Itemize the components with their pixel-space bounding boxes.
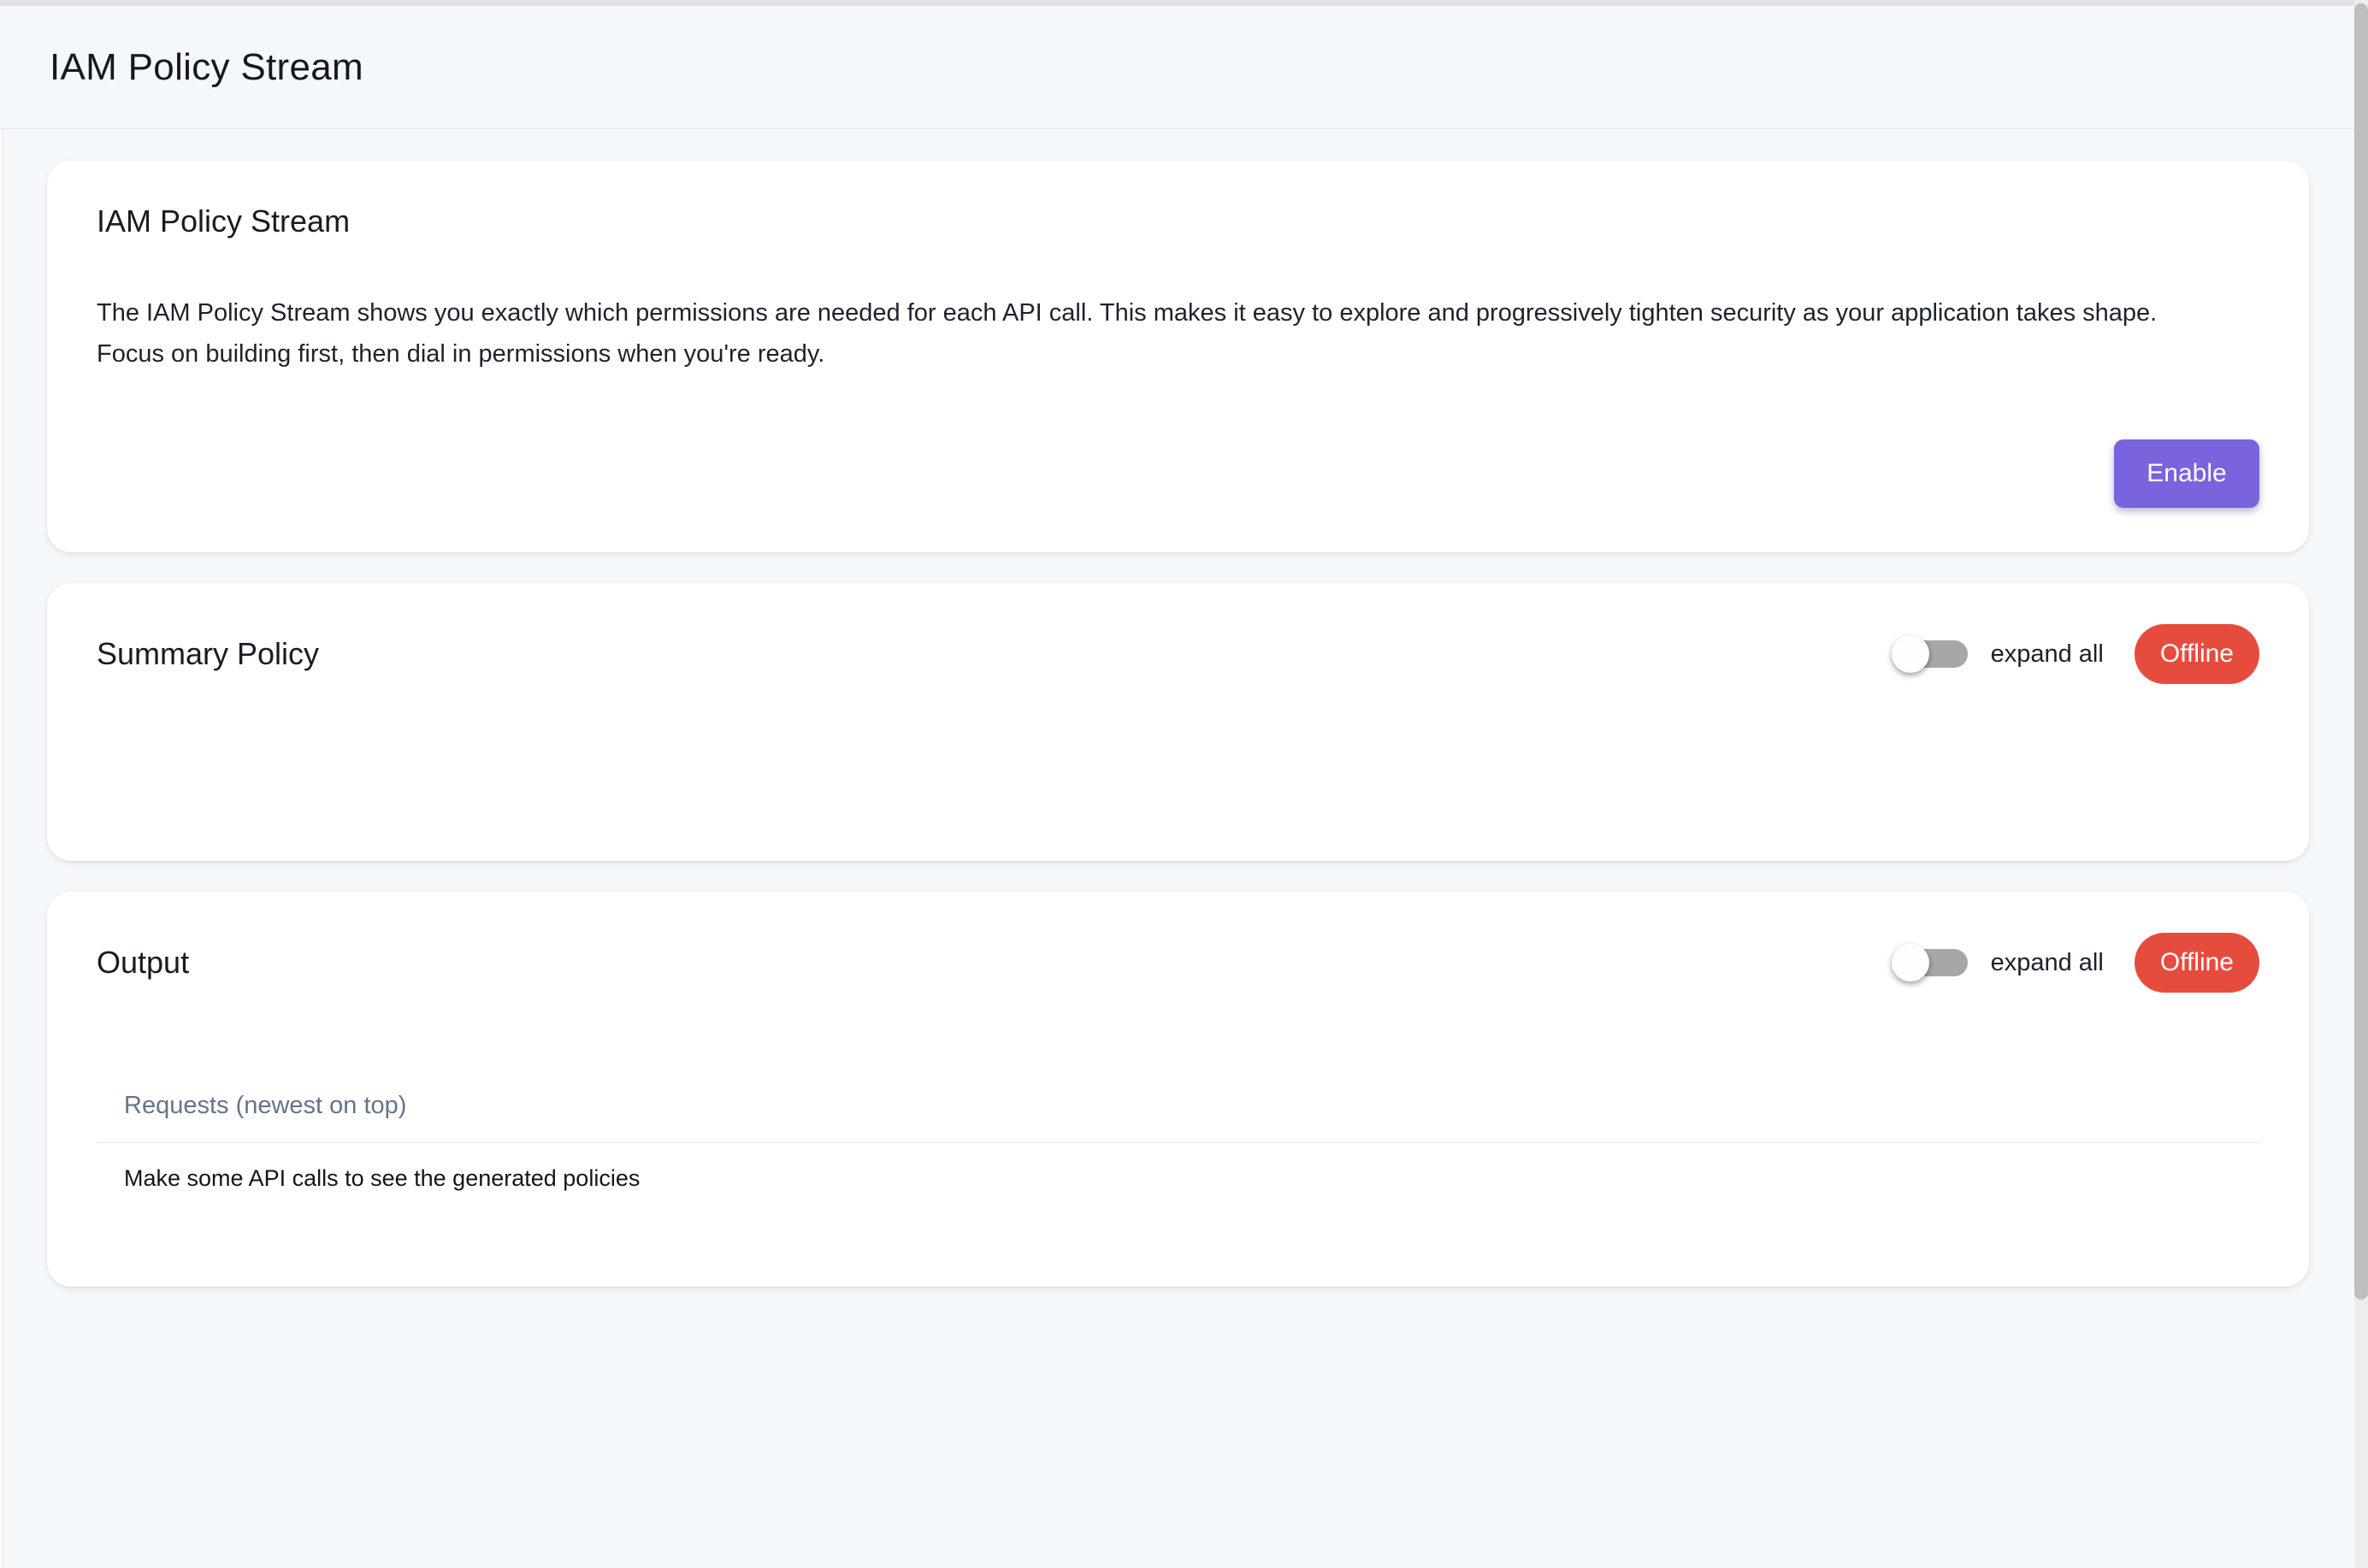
summary-expand-all-toggle[interactable]	[1895, 640, 1968, 668]
summary-policy-title: Summary Policy	[97, 636, 319, 672]
toggle-knob	[1892, 944, 1929, 981]
summary-policy-card: Summary Policy expand all Offline	[47, 583, 2309, 861]
intro-card: IAM Policy Stream The IAM Policy Stream …	[47, 161, 2309, 552]
page-header: IAM Policy Stream	[0, 6, 2354, 129]
summary-policy-controls: expand all Offline	[1895, 624, 2259, 684]
intro-card-title: IAM Policy Stream	[97, 203, 2259, 239]
output-title: Output	[97, 945, 189, 981]
toggle-knob	[1892, 635, 1929, 673]
output-expand-all-toggle[interactable]	[1895, 949, 1968, 976]
output-controls: expand all Offline	[1895, 933, 2259, 993]
scrollbar-thumb[interactable]	[2354, 3, 2368, 1300]
main-content: IAM Policy Stream The IAM Policy Stream …	[0, 130, 2354, 1568]
output-expand-all-label: expand all	[1991, 949, 2104, 977]
output-card: Output expand all Offline Requests (newe…	[47, 892, 2309, 1287]
summary-policy-header: Summary Policy expand all Offline	[97, 624, 2259, 684]
requests-empty-message: Make some API calls to see the generated…	[124, 1165, 2259, 1192]
requests-heading: Requests (newest on top)	[124, 1092, 2259, 1120]
page-title: IAM Policy Stream	[50, 46, 363, 89]
summary-status-badge: Offline	[2135, 624, 2259, 684]
scrollbar-track[interactable]	[2354, 0, 2368, 1568]
output-status-badge: Offline	[2135, 933, 2259, 993]
enable-button[interactable]: Enable	[2114, 439, 2259, 508]
intro-card-actions: Enable	[97, 439, 2259, 508]
requests-divider	[97, 1142, 2259, 1143]
intro-card-description: The IAM Policy Stream shows you exactly …	[97, 292, 2175, 374]
output-header: Output expand all Offline	[97, 933, 2259, 993]
window-top-strip	[0, 0, 2368, 6]
summary-expand-all-label: expand all	[1991, 640, 2104, 669]
